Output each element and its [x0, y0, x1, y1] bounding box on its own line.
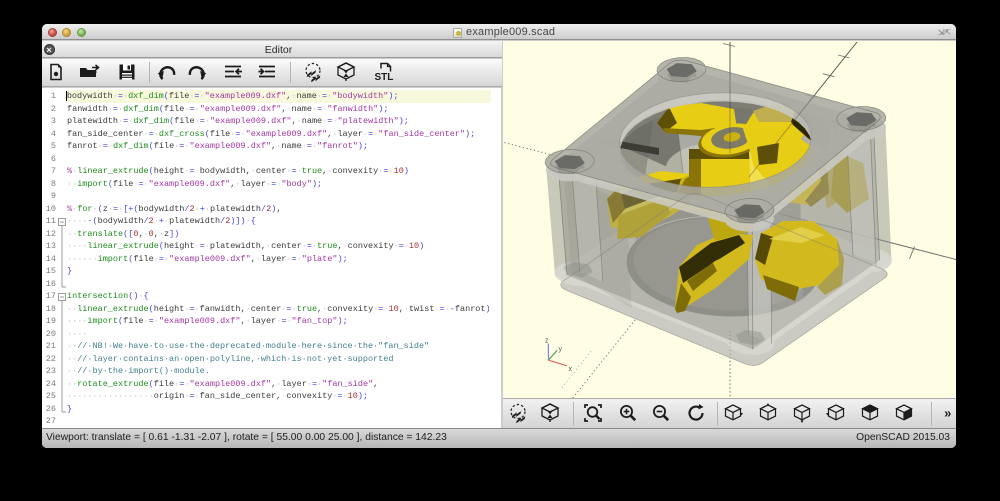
- svg-text:STL: STL: [374, 72, 393, 82]
